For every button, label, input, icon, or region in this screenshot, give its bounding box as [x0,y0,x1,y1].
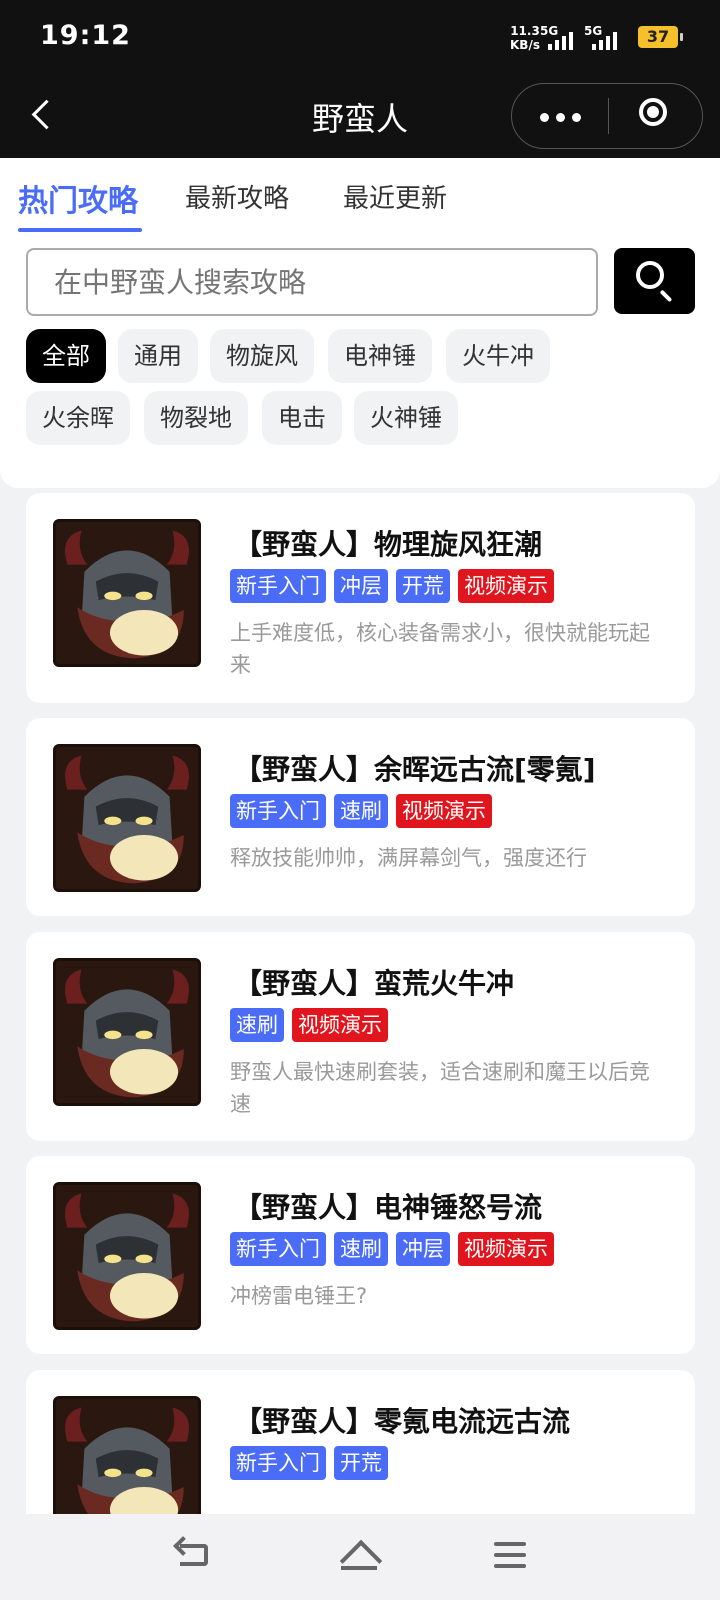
barbarian-avatar-image [56,747,198,889]
signal-icon: 5G [584,24,624,50]
guide-tag: 速刷 [230,1008,284,1042]
guide-title: 【野蛮人】余晖远古流[零氪] [234,753,596,786]
nav-bar: 野蛮人 [0,76,720,158]
filter-chip[interactable]: 电击 [262,391,342,445]
network-speed-unit: KB/s [510,38,540,52]
guide-tag: 速刷 [334,1232,388,1266]
guide-tags: 速刷 视频演示 [230,1008,388,1042]
more-dots-icon [540,113,549,122]
tab-latest-guides[interactable]: 最新攻略 [185,178,289,215]
filter-chip[interactable]: 电神锤 [328,329,432,383]
filter-panel: 全部 通用 物旋风 电神锤 火牛冲 火余晖 物裂地 电击 火神锤 [0,236,720,488]
tab-bar: 热门攻略 最新攻略 最近更新 [0,158,720,236]
tab-recent-updates[interactable]: 最近更新 [343,178,447,215]
guide-tag: 速刷 [334,794,388,828]
guide-description: 释放技能帅帅，满屏幕剑气，强度还行 [230,846,587,870]
barbarian-avatar-image [56,1185,198,1327]
guide-thumbnail [53,519,201,667]
system-menu-icon[interactable] [486,1532,538,1580]
filter-chip[interactable]: 物裂地 [144,391,248,445]
status-time: 19:12 [40,20,131,51]
signal-label: 5G [540,24,559,38]
guide-card[interactable]: 【野蛮人】电神锤怒号流新手入门 速刷 冲层 视频演示冲榜雷电锤王? [26,1156,695,1354]
guide-tag: 开荒 [334,1446,388,1480]
guide-tags: 新手入门 开荒 [230,1446,388,1480]
guide-title: 【野蛮人】蛮荒火牛冲 [234,967,515,1000]
guide-tag: 新手入门 [230,794,326,828]
guide-tags: 新手入门 速刷 视频演示 [230,794,492,828]
search-button[interactable] [614,248,695,314]
capsule-divider [608,98,609,134]
guide-tag: 冲层 [334,569,388,603]
search-input[interactable] [26,248,598,316]
active-tab-indicator [18,228,142,232]
guide-card[interactable]: 【野蛮人】物理旋风狂潮新手入门 冲层 开荒 视频演示上手难度低，核心装备需求小，很快就… [26,493,695,703]
battery-icon: 37 [638,26,683,48]
more-button[interactable] [512,84,608,148]
close-button[interactable] [610,84,702,148]
signal-label: 5G [584,24,603,38]
guide-tag: 视频演示 [292,1008,388,1042]
network-speed-value: 11.3 [510,24,540,38]
guide-tags: 新手入门 速刷 冲层 视频演示 [230,1232,554,1266]
status-bar: 19:12 11.3 KB/s 5G 5G 37 [0,0,720,76]
filter-chip[interactable]: 火神锤 [354,391,458,445]
barbarian-avatar-image [56,522,198,664]
guide-tag: 新手入门 [230,1232,326,1266]
miniprogram-capsule [511,83,703,149]
filter-chip[interactable]: 火牛冲 [446,329,550,383]
system-nav-bar [0,1514,720,1600]
guide-tag: 视频演示 [396,794,492,828]
guide-tag: 视频演示 [458,569,554,603]
guide-tag: 冲层 [396,1232,450,1266]
guide-card[interactable]: 【野蛮人】蛮荒火牛冲速刷 视频演示野蛮人最快速刷套装，适合速刷和魔王以后竞速 [26,932,695,1141]
guide-description: 冲榜雷电锤王? [230,1284,368,1308]
guide-card[interactable]: 【野蛮人】余晖远古流[零氪] 新手入门 速刷 视频演示释放技能帅帅，满屏幕剑气，强度还… [26,718,695,916]
signal-icon: 5G [540,24,580,50]
filter-chip[interactable]: 物旋风 [210,329,314,383]
guide-thumbnail [53,744,201,892]
guide-tag: 新手入门 [230,569,326,603]
guide-thumbnail [53,958,201,1106]
network-speed: 11.3 KB/s [510,24,540,52]
guide-tag: 新手入门 [230,1446,326,1480]
guide-tag: 开荒 [396,569,450,603]
filter-chip[interactable]: 火余晖 [26,391,130,445]
guide-thumbnail [53,1182,201,1330]
filter-chip[interactable]: 通用 [118,329,198,383]
tab-hot-guides[interactable]: 热门攻略 [18,176,138,220]
guide-title: 【野蛮人】零氪电流远古流 [234,1405,571,1438]
guide-description: 上手难度低，核心装备需求小，很快就能玩起来 [230,621,650,677]
filter-chip-all[interactable]: 全部 [26,329,106,383]
system-home-icon[interactable] [334,1532,386,1580]
guide-description: 野蛮人最快速刷套装，适合速刷和魔王以后竞速 [230,1060,650,1116]
guide-tags: 新手入门 冲层 开荒 视频演示 [230,569,554,603]
barbarian-avatar-image [56,961,198,1103]
guide-title: 【野蛮人】电神锤怒号流 [234,1191,543,1224]
guide-tag: 视频演示 [458,1232,554,1266]
guide-title: 【野蛮人】物理旋风狂潮 [234,528,543,561]
system-back-icon[interactable] [172,1532,224,1580]
